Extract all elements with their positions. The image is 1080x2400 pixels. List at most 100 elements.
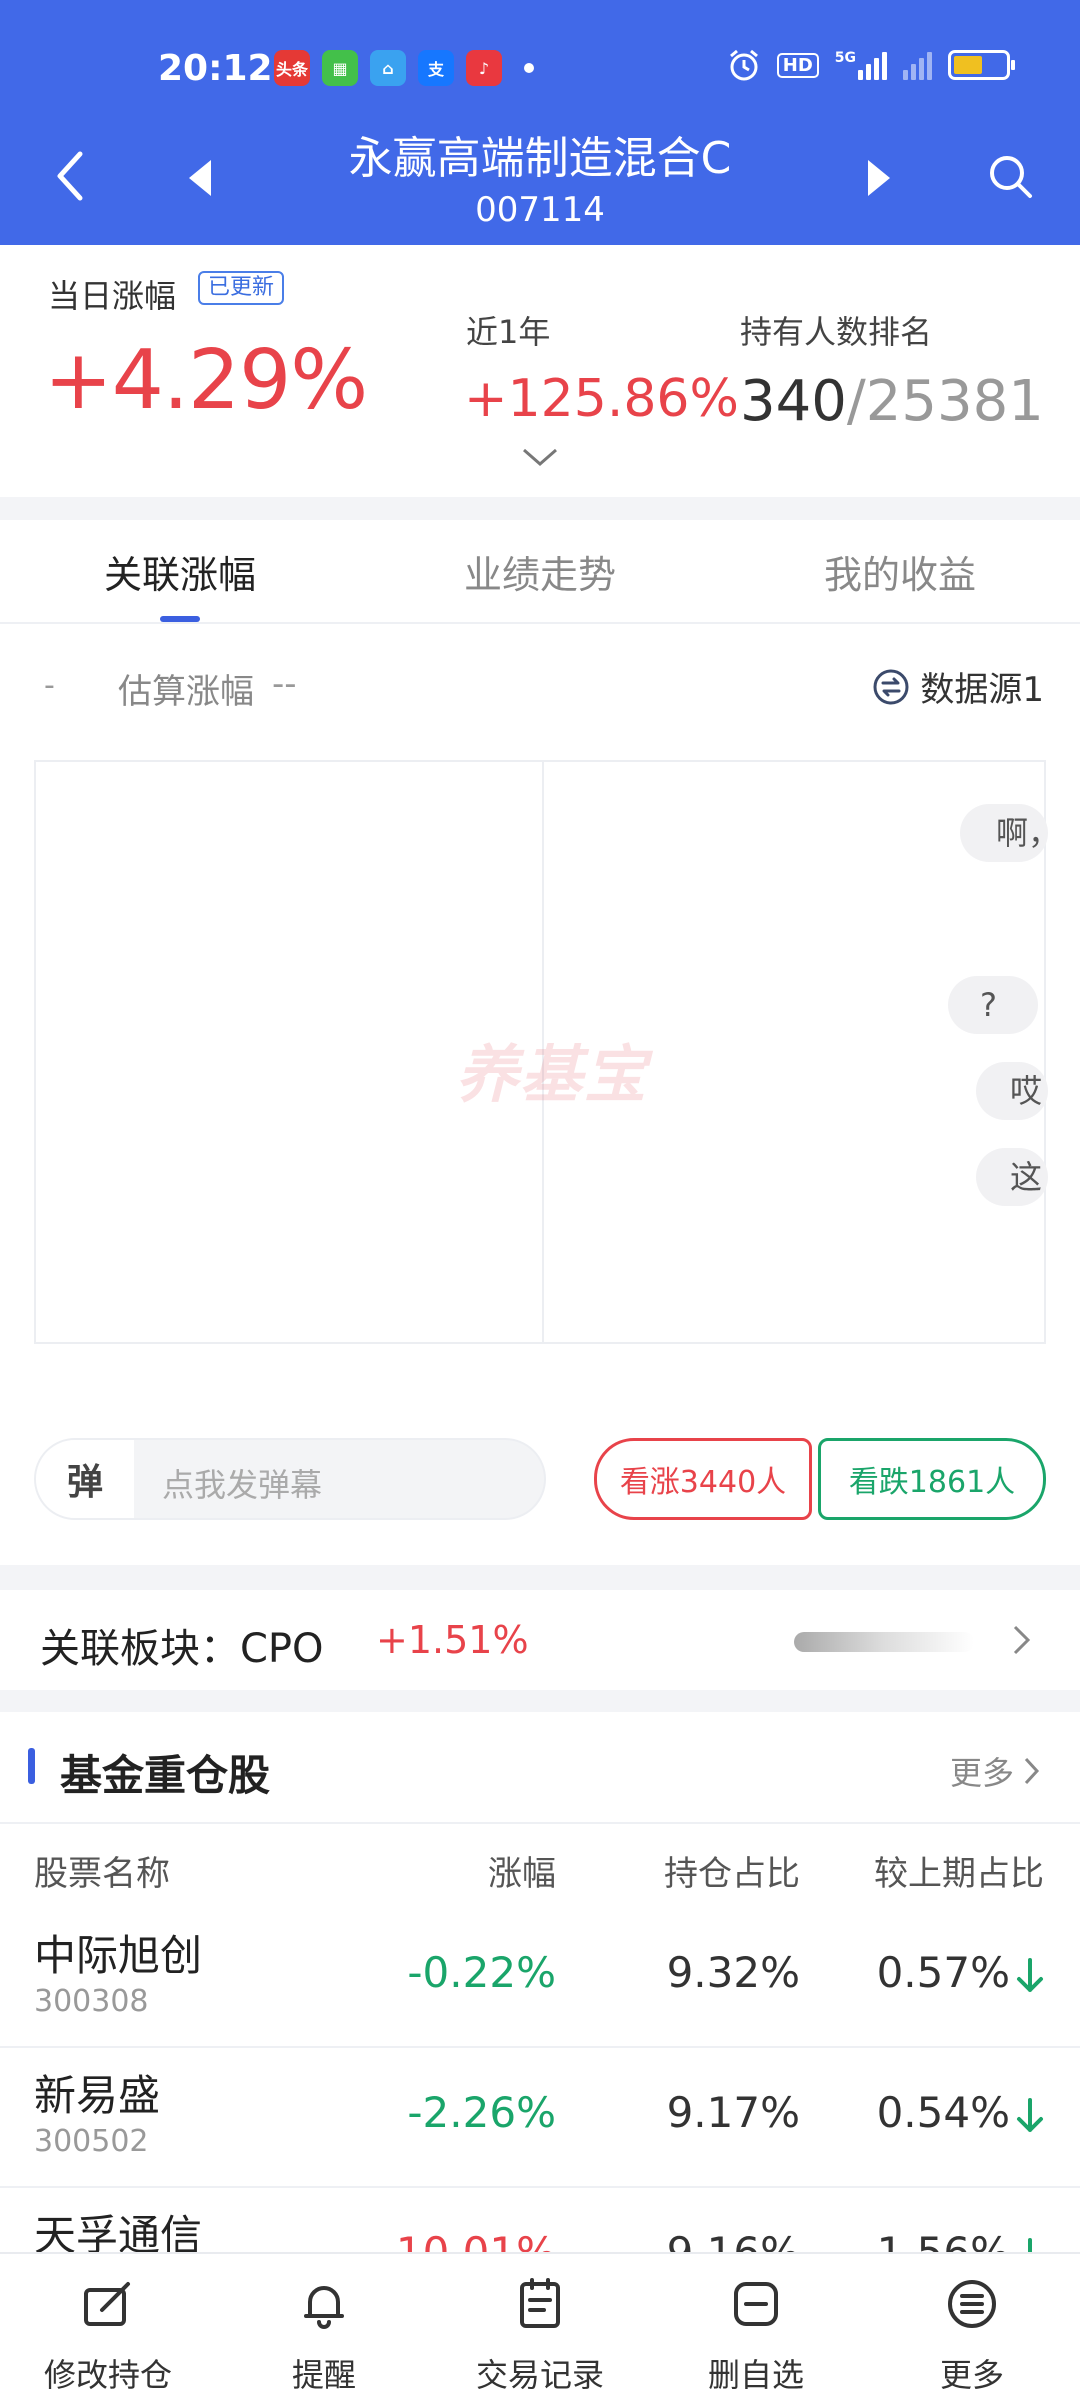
grid-app-icon: ▦ (322, 50, 358, 86)
network-5g-label: 5G (834, 50, 856, 66)
hd-icon: HD (776, 52, 819, 78)
header: 20:12 头条 ▦ ⌂ 支 ♪ HD 5G 永赢高端制造混合C 007114 (0, 0, 1080, 245)
nav-label: 交易记录 (475, 2356, 604, 2394)
sector-change-value: +1.51% (376, 1618, 529, 1662)
status-app-icons: 头条 ▦ ⌂ 支 ♪ (274, 50, 534, 86)
arrow-down-icon (1017, 2098, 1043, 2132)
nav-label: 提醒 (291, 2356, 356, 2394)
danmu-bullet: ? (948, 976, 1038, 1034)
active-tab-indicator (160, 616, 200, 622)
datasource-button[interactable]: 数据源1 (872, 662, 1044, 711)
datasource-label: 数据源1 (920, 670, 1044, 710)
danmu-bullet: 啊， (960, 804, 1048, 862)
tab-bar: 关联涨幅 业绩走势 我的收益 (0, 520, 1080, 624)
bearish-vote-button[interactable]: 看跌1861人 (818, 1438, 1046, 1520)
toutiao-app-icon: 头条 (274, 50, 310, 86)
danmu-placeholder: 点我发弹幕 (162, 1466, 323, 1504)
menu-icon (948, 2280, 996, 2328)
intraday-chart: 养基宝 啊， ? 哎 这 (34, 760, 1048, 1344)
nav-trade-records[interactable]: 交易记录 (432, 2254, 648, 2400)
danmu-input[interactable]: 弹 点我发弹幕 (34, 1438, 546, 1520)
estimate-value: -- (272, 664, 297, 704)
alarm-icon (729, 49, 758, 81)
stock-change: -2.26% (407, 2088, 556, 2137)
holder-rank-label: 持有人数排名 (740, 313, 933, 351)
bottom-nav: 修改持仓 提醒 交易记录 删自选 更多 (0, 2252, 1080, 2400)
signal-secondary-icon (903, 50, 932, 80)
status-indicators: HD 5G (727, 48, 1015, 82)
nav-more[interactable]: 更多 (864, 2254, 1080, 2400)
stock-name: 中际旭创 (34, 1931, 203, 1980)
divider (0, 1822, 1080, 1824)
holder-rank-value: 340/25381 (740, 369, 1044, 434)
watermark-logo: 养基宝 (456, 1038, 649, 1111)
danmu-bullet: 哎 (976, 1062, 1048, 1120)
column-header-name: 股票名称 (34, 1854, 170, 1894)
bullish-vote-button[interactable]: 看涨3440人 (594, 1438, 812, 1520)
daily-change-label: 当日涨幅 (48, 277, 177, 315)
stock-code: 300308 (34, 1984, 149, 2019)
summary-panel: 当日涨幅 已更新 +4.29% 近1年 +125.86% 持有人数排名 340/… (0, 245, 1080, 497)
estimate-dash: - (44, 668, 55, 703)
section-accent-bar (28, 1748, 35, 1784)
holdings-more-link[interactable]: 更多 (950, 1748, 1040, 1794)
music-app-icon: ♪ (466, 50, 502, 86)
stock-change: -0.22% (407, 1948, 556, 1997)
column-header-position: 持仓占比 (664, 1854, 800, 1894)
estimate-label: 估算涨幅 (118, 672, 254, 712)
chevron-down-icon[interactable] (522, 447, 558, 467)
nav-edit-holding[interactable]: 修改持仓 (0, 2254, 216, 2400)
holdings-title: 基金重仓股 (60, 1751, 271, 1800)
stock-code: 300502 (34, 2124, 149, 2159)
stock-prev-position: 0.54% (876, 2088, 1010, 2137)
column-header-change: 涨幅 (488, 1854, 556, 1894)
nav-label: 更多 (939, 2356, 1004, 2394)
tab-performance-trend[interactable]: 业绩走势 (360, 544, 720, 599)
nav-remove-favorite[interactable]: 删自选 (648, 2254, 864, 2400)
one-year-value: +125.86% (464, 369, 739, 429)
holdings-more-label: 更多 (949, 1754, 1014, 1792)
chevron-right-icon (1013, 1625, 1031, 1655)
daily-change-value: +4.29% (44, 333, 368, 428)
alipay-app-icon: 支 (418, 50, 454, 86)
chevron-right-icon (1024, 1757, 1040, 1785)
related-sector-row[interactable]: 关联板块：CPO +1.51% (0, 1590, 1080, 1690)
home-app-icon: ⌂ (370, 50, 406, 86)
clipboard-icon (520, 2278, 560, 2328)
column-header-prev: 较上期占比 (874, 1854, 1044, 1894)
remove-favorite-icon (734, 2282, 778, 2326)
stock-position: 9.17% (666, 2088, 800, 2137)
switch-icon (873, 669, 909, 704)
status-time: 20:12 (158, 48, 273, 89)
danmu-toggle-icon[interactable]: 弹 (36, 1440, 134, 1518)
stock-name: 新易盛 (34, 2071, 161, 2120)
table-row[interactable]: 中际旭创 300308 -0.22% 9.32% 0.57% (0, 1908, 1080, 2048)
fund-name: 永赢高端制造混合C (348, 133, 732, 184)
holder-rank-number: 340 (740, 369, 847, 434)
updated-badge: 已更新 (198, 271, 285, 305)
top-holdings-section: 基金重仓股 更多 股票名称 涨幅 持仓占比 较上期占比 中际旭创 300308 … (0, 1712, 1080, 2277)
nav-reminder[interactable]: 提醒 (216, 2254, 432, 2400)
edit-holding-icon (84, 2282, 130, 2326)
tab-related-change[interactable]: 关联涨幅 (0, 544, 360, 599)
table-row[interactable]: 新易盛 300502 -2.26% 9.17% 0.54% (0, 2048, 1080, 2188)
sector-sparkline (794, 1632, 974, 1652)
danmu-bullet: 这 (976, 1148, 1048, 1206)
one-year-label: 近1年 (466, 313, 551, 351)
nav-label: 修改持仓 (43, 2356, 172, 2394)
search-icon[interactable] (986, 152, 1034, 200)
stock-position: 9.32% (666, 1948, 800, 1997)
sector-label: 关联板块：CPO (40, 1626, 324, 1672)
fund-code: 007114 (475, 190, 605, 230)
bell-icon (304, 2286, 344, 2329)
nav-label: 删自选 (707, 2356, 804, 2394)
battery-icon (948, 50, 1015, 80)
next-fund-icon[interactable] (864, 158, 894, 198)
related-change-card: 关联涨幅 业绩走势 我的收益 - 估算涨幅 -- 数据源1 养基宝 啊， ? 哎… (0, 520, 1080, 1565)
signal-icon (858, 50, 887, 80)
holder-rank-total: /25381 (846, 369, 1044, 434)
status-bar: 20:12 头条 ▦ ⌂ 支 ♪ HD 5G (0, 40, 1080, 100)
arrow-down-icon (1017, 1958, 1043, 1992)
stock-prev-position: 0.57% (876, 1948, 1010, 1997)
tab-my-earnings[interactable]: 我的收益 (720, 544, 1080, 599)
